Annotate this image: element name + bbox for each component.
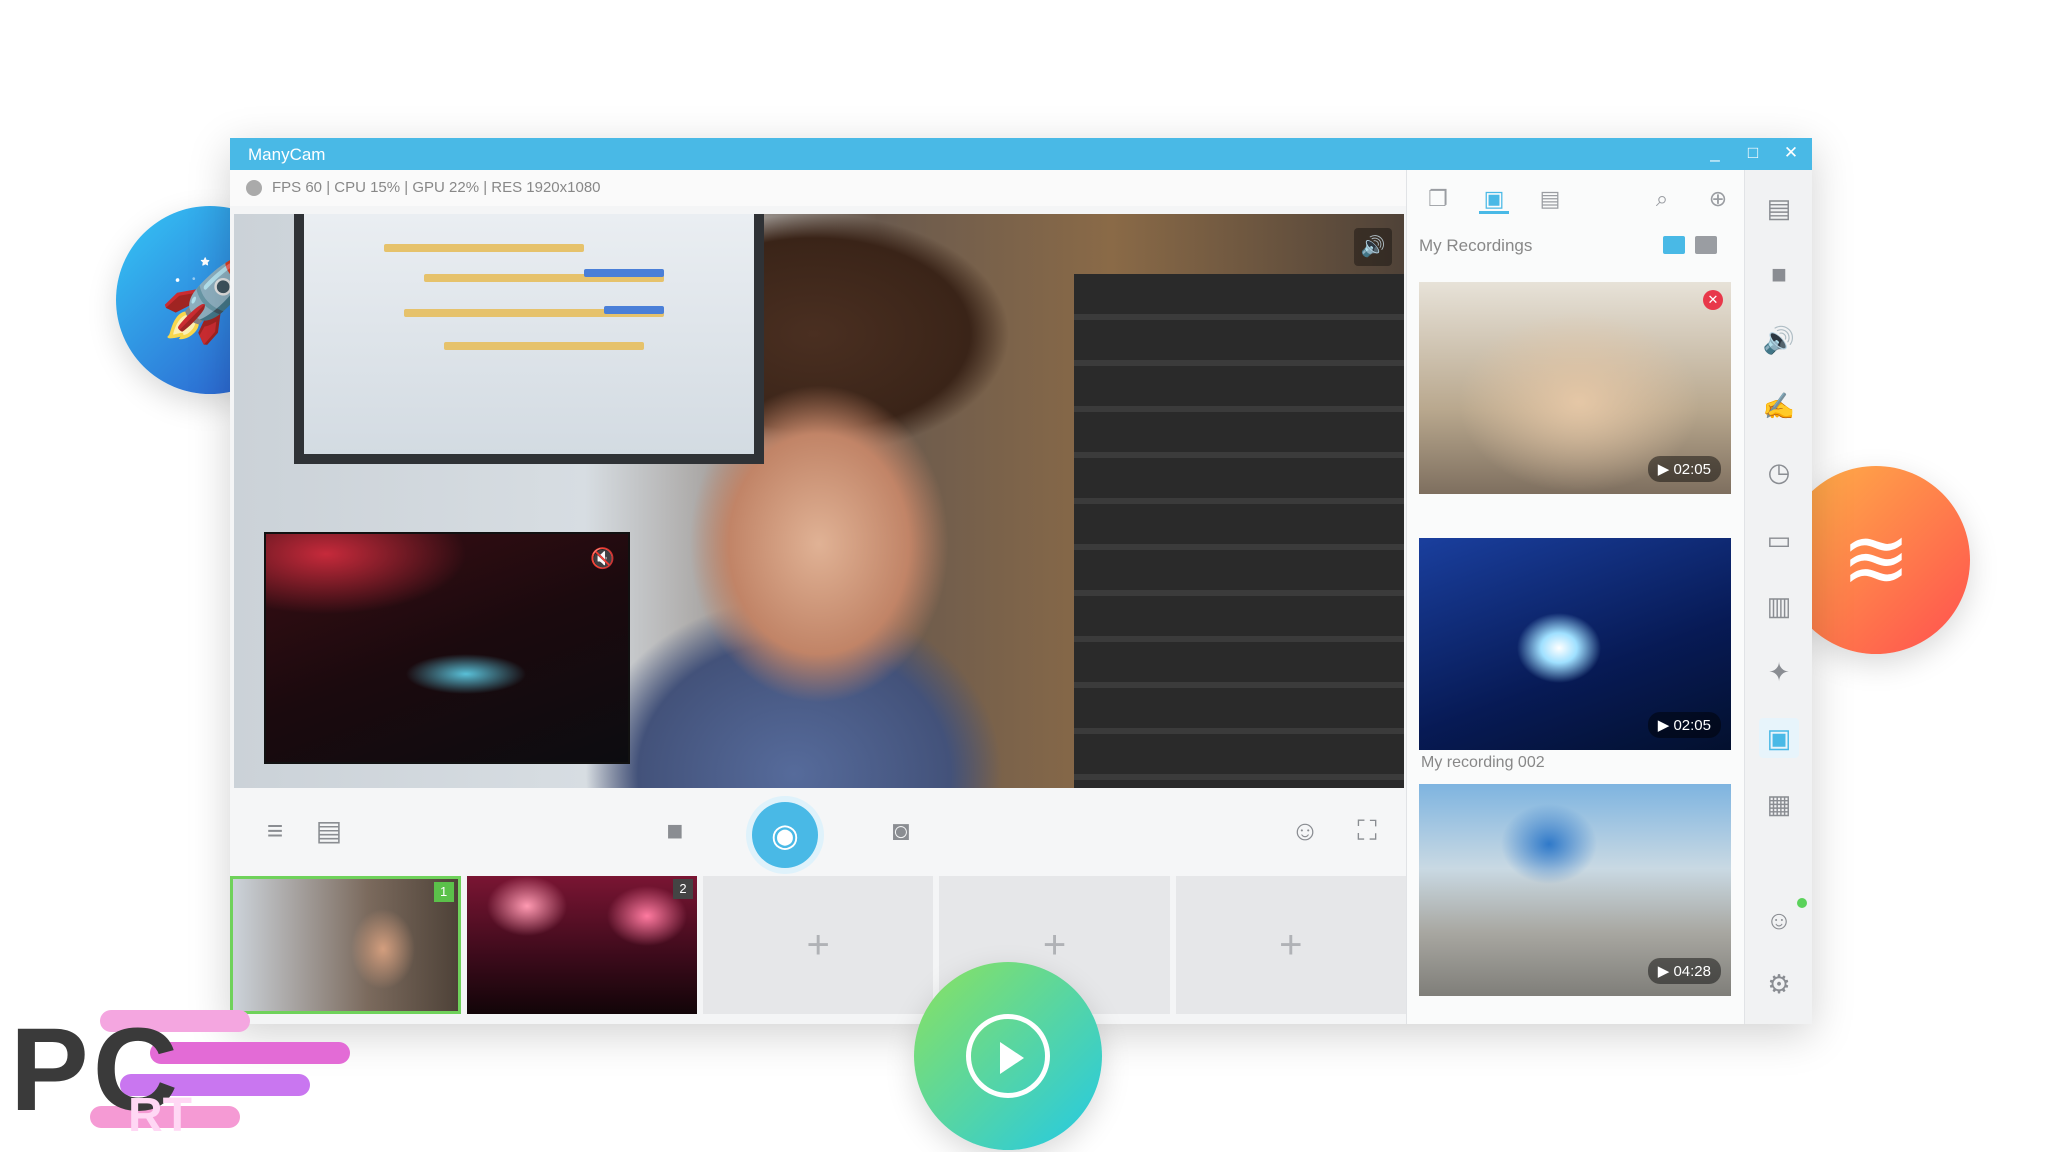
duration-badge: ▶ 02:05 xyxy=(1647,712,1721,738)
status-bar: FPS 60 | CPU 15% | GPU 22% | RES 1920x10… xyxy=(230,170,1406,206)
recording-thumbnail-2[interactable]: ▶ 02:05 xyxy=(1419,538,1731,750)
preset-number: 1 xyxy=(433,882,454,902)
video-sources-icon[interactable]: ■ xyxy=(1759,254,1799,294)
recordings-tab-icon[interactable]: ▣ xyxy=(1479,184,1509,214)
delete-icon[interactable]: ✕ xyxy=(1703,290,1723,310)
recording-thumbnail-3[interactable]: ▶ 04:28 xyxy=(1419,784,1731,996)
plus-icon: + xyxy=(806,923,830,967)
monitor-image xyxy=(294,214,764,464)
camera-icon[interactable]: ◙ xyxy=(884,814,918,848)
add-icon[interactable]: ⊕ xyxy=(1703,184,1733,214)
account-icon[interactable]: ☺ xyxy=(1759,898,1807,940)
close-icon[interactable]: ✕ xyxy=(1780,142,1802,164)
preset-add-5[interactable]: + xyxy=(1175,876,1406,1014)
video-icon[interactable]: ■ xyxy=(658,814,692,848)
recording-label: My recording 002 xyxy=(1421,754,1545,771)
widgets-icon[interactable]: ▦ xyxy=(1759,784,1799,824)
online-status-dot xyxy=(1797,898,1807,908)
grid-view-icon[interactable] xyxy=(1663,236,1685,254)
mask-icon[interactable]: ☺ xyxy=(1288,814,1322,848)
info-icon xyxy=(246,180,262,196)
preset-2[interactable]: 2 xyxy=(466,876,697,1014)
play-circle-icon[interactable] xyxy=(914,962,1102,1150)
recordings-header: My Recordings xyxy=(1419,236,1533,255)
window-controls: _ □ ✕ xyxy=(1704,142,1802,164)
logo-letters-rt: RT xyxy=(128,1089,192,1142)
broadcast-icon[interactable]: ◉ xyxy=(752,802,818,868)
fullscreen-icon[interactable]: ⛶ xyxy=(1350,814,1384,848)
preview-toolbar: ≡ ▤ ■ ◉ ◙ ☺ ⛶ xyxy=(230,788,1406,876)
preset-number: 2 xyxy=(673,879,693,899)
picture-in-picture[interactable]: 🔇 xyxy=(264,532,630,764)
main-area: FPS 60 | CPU 15% | GPU 22% | RES 1920x10… xyxy=(230,170,1406,1024)
layers-panel-icon[interactable]: ▥ xyxy=(1759,586,1799,626)
preset-add-3[interactable]: + xyxy=(703,876,934,1014)
preset-thumbnail xyxy=(466,876,697,1014)
maximize-icon[interactable]: □ xyxy=(1742,142,1764,164)
media-panel: ❐ ▣ ▤ ⌕ ⊕ My Recordings ✕ ▶ 02:05 ▶ 02:0… xyxy=(1406,170,1744,1024)
minimize-icon[interactable]: _ xyxy=(1704,142,1726,164)
search-icon[interactable]: ⌕ xyxy=(1647,184,1677,214)
preset-thumbnail xyxy=(233,879,458,1011)
right-sidebar: ▤ ■ 🔊 ✍ ◷ ▭ ▥ ✦ ▣ ▦ ☺ ⚙ xyxy=(1744,170,1812,1024)
media-tabs: ❐ ▣ ▤ ⌕ ⊕ xyxy=(1407,170,1744,226)
status-text: FPS 60 | CPU 15% | GPU 22% | RES 1920x10… xyxy=(272,179,601,196)
drawing-icon[interactable]: ✍ xyxy=(1759,386,1799,426)
recording-thumbnail-1[interactable]: ✕ ▶ 02:05 xyxy=(1419,282,1731,494)
preset-1[interactable]: 1 xyxy=(230,876,461,1014)
effects-wand-icon[interactable]: ✦ xyxy=(1759,652,1799,692)
playlist-icon[interactable]: ≡ xyxy=(258,814,292,848)
main-preview[interactable]: 🔊 🔇 xyxy=(234,214,1404,788)
preset-strip: 1 2 + + + xyxy=(230,876,1406,1014)
play-icon xyxy=(1000,1042,1024,1074)
studio-rack-image xyxy=(1074,274,1404,788)
list-view-icon[interactable] xyxy=(1695,236,1717,254)
lower-thirds-icon[interactable]: ▭ xyxy=(1759,520,1799,560)
clock-icon[interactable]: ◷ xyxy=(1759,452,1799,492)
watermark-logo: PC RT xyxy=(0,1002,360,1152)
title-bar: ManyCam _ □ ✕ xyxy=(230,138,1812,170)
media-icon[interactable]: ▣ xyxy=(1759,718,1799,758)
layout-icon[interactable]: ▤ xyxy=(312,814,346,848)
settings-gear-icon[interactable]: ⚙ xyxy=(1759,964,1799,1004)
mute-icon[interactable]: 🔇 xyxy=(590,546,616,572)
duration-badge: ▶ 04:28 xyxy=(1647,958,1721,984)
duration-badge: ▶ 02:05 xyxy=(1647,456,1721,482)
audio-icon[interactable]: 🔊 xyxy=(1759,320,1799,360)
window-title: ManyCam xyxy=(248,145,326,164)
presets-icon[interactable]: ▤ xyxy=(1759,188,1799,228)
snapshots-tab-icon[interactable]: ▤ xyxy=(1535,184,1565,214)
manycam-window: ManyCam _ □ ✕ FPS 60 | CPU 15% | GPU 22%… xyxy=(230,138,1812,1024)
images-tab-icon[interactable]: ❐ xyxy=(1423,184,1453,214)
plus-icon: + xyxy=(1279,923,1303,967)
volume-icon[interactable]: 🔊 xyxy=(1354,228,1392,266)
